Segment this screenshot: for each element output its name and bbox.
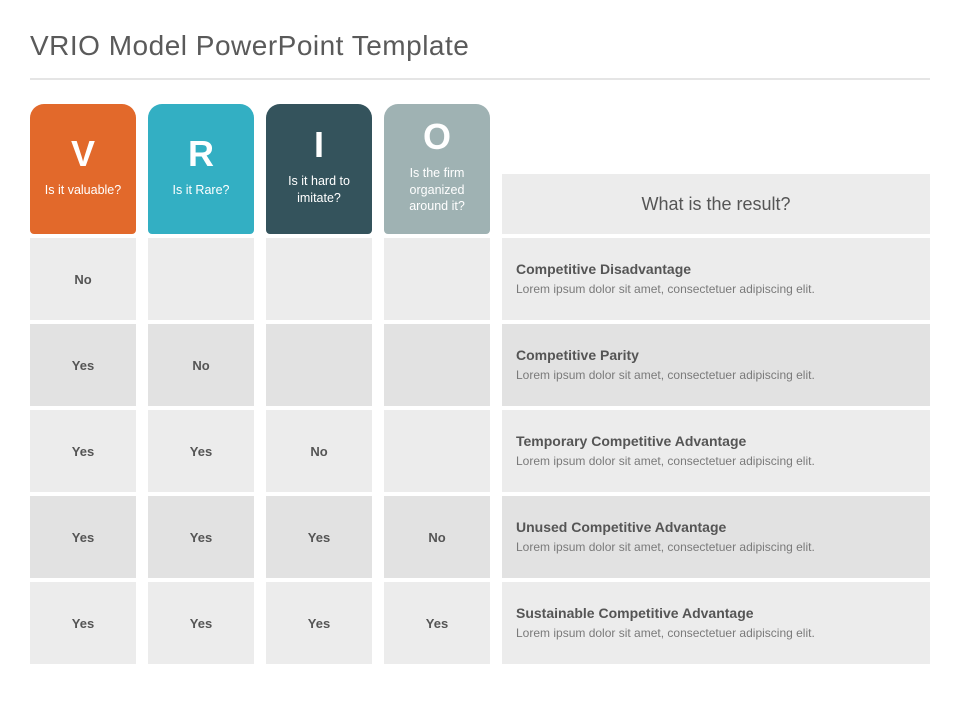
header-card-r: R Is it Rare?: [148, 104, 254, 234]
cell-r1-o: [384, 324, 490, 406]
result-header: What is the result?: [502, 174, 930, 234]
vrio-grid: V Is it valuable? R Is it Rare? I Is it …: [30, 104, 930, 664]
header-card-v: V Is it valuable?: [30, 104, 136, 234]
cell-r0-r: [148, 238, 254, 320]
header-question-i: Is it hard to imitate?: [274, 173, 364, 207]
cell-r3-r: Yes: [148, 496, 254, 578]
result-title-r0: Competitive Disadvantage: [516, 261, 916, 277]
header-letter-v: V: [71, 136, 95, 172]
result-title-r3: Unused Competitive Advantage: [516, 519, 916, 535]
cell-r3-i: Yes: [266, 496, 372, 578]
cell-r1-r: No: [148, 324, 254, 406]
result-title-r4: Sustainable Competitive Advantage: [516, 605, 916, 621]
cell-r2-o: [384, 410, 490, 492]
result-r0: Competitive Disadvantage Lorem ipsum dol…: [502, 238, 930, 320]
cell-r4-r: Yes: [148, 582, 254, 664]
slide-title: VRIO Model PowerPoint Template: [0, 0, 960, 72]
slide: VRIO Model PowerPoint Template V Is it v…: [0, 0, 960, 720]
header-question-o: Is the firm organized around it?: [392, 165, 482, 216]
result-title-r1: Competitive Parity: [516, 347, 916, 363]
result-title-r2: Temporary Competitive Advantage: [516, 433, 916, 449]
header-letter-o: O: [423, 119, 451, 155]
cell-r2-r: Yes: [148, 410, 254, 492]
result-body-r4: Lorem ipsum dolor sit amet, consectetuer…: [516, 625, 916, 641]
cell-r0-o: [384, 238, 490, 320]
title-divider: [30, 78, 930, 80]
result-r1: Competitive Parity Lorem ipsum dolor sit…: [502, 324, 930, 406]
result-body-r3: Lorem ipsum dolor sit amet, consectetuer…: [516, 539, 916, 555]
result-body-r1: Lorem ipsum dolor sit amet, consectetuer…: [516, 367, 916, 383]
header-letter-i: I: [314, 127, 324, 163]
header-card-i: I Is it hard to imitate?: [266, 104, 372, 234]
result-r3: Unused Competitive Advantage Lorem ipsum…: [502, 496, 930, 578]
result-body-r2: Lorem ipsum dolor sit amet, consectetuer…: [516, 453, 916, 469]
cell-r4-v: Yes: [30, 582, 136, 664]
header-question-v: Is it valuable?: [41, 182, 125, 199]
cell-r0-v: No: [30, 238, 136, 320]
cell-r4-o: Yes: [384, 582, 490, 664]
header-question-r: Is it Rare?: [169, 182, 234, 199]
result-r4: Sustainable Competitive Advantage Lorem …: [502, 582, 930, 664]
result-body-r0: Lorem ipsum dolor sit amet, consectetuer…: [516, 281, 916, 297]
cell-r0-i: [266, 238, 372, 320]
cell-r4-i: Yes: [266, 582, 372, 664]
header-card-o: O Is the firm organized around it?: [384, 104, 490, 234]
cell-r1-i: [266, 324, 372, 406]
cell-r1-v: Yes: [30, 324, 136, 406]
cell-r3-o: No: [384, 496, 490, 578]
result-r2: Temporary Competitive Advantage Lorem ip…: [502, 410, 930, 492]
cell-r2-v: Yes: [30, 410, 136, 492]
header-letter-r: R: [188, 136, 214, 172]
cell-r2-i: No: [266, 410, 372, 492]
cell-r3-v: Yes: [30, 496, 136, 578]
